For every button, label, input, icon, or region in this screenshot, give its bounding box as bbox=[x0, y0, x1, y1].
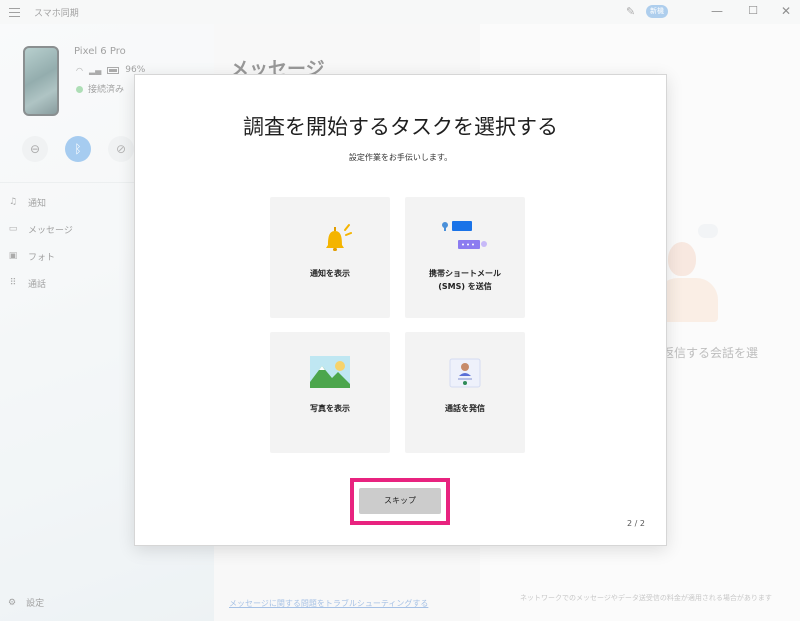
task-card-sms[interactable]: 携帯ショートメール (SMS) を送信 bbox=[405, 197, 525, 318]
task-card-label: 写真を表示 bbox=[310, 404, 350, 413]
task-card-label: 携帯ショートメール (SMS) を送信 bbox=[429, 269, 501, 291]
dialog-title: 調査を開始するタスクを選択する bbox=[243, 115, 558, 139]
task-card-label: 通話を発信 bbox=[445, 404, 485, 413]
skip-button[interactable]: スキップ bbox=[359, 488, 441, 514]
task-card-notifications[interactable]: 通知を表示 bbox=[270, 197, 390, 318]
task-card-calls[interactable]: 通話を発信 bbox=[405, 332, 525, 453]
photo-landscape-icon bbox=[310, 356, 350, 388]
task-select-dialog: 調査を開始するタスクを選択する 設定作業をお手伝いします。 通知を表示 携帯ショ… bbox=[134, 74, 667, 546]
bell-icon bbox=[326, 224, 352, 251]
task-card-photos[interactable]: 写真を表示 bbox=[270, 332, 390, 453]
task-card-label: 通知を表示 bbox=[310, 269, 350, 278]
dialog-subtitle: 設定作業をお手伝いします。 bbox=[348, 153, 453, 162]
page-indicator: 2 / 2 bbox=[627, 519, 645, 528]
sms-chat-icon bbox=[442, 221, 487, 249]
call-contact-icon bbox=[449, 358, 481, 388]
